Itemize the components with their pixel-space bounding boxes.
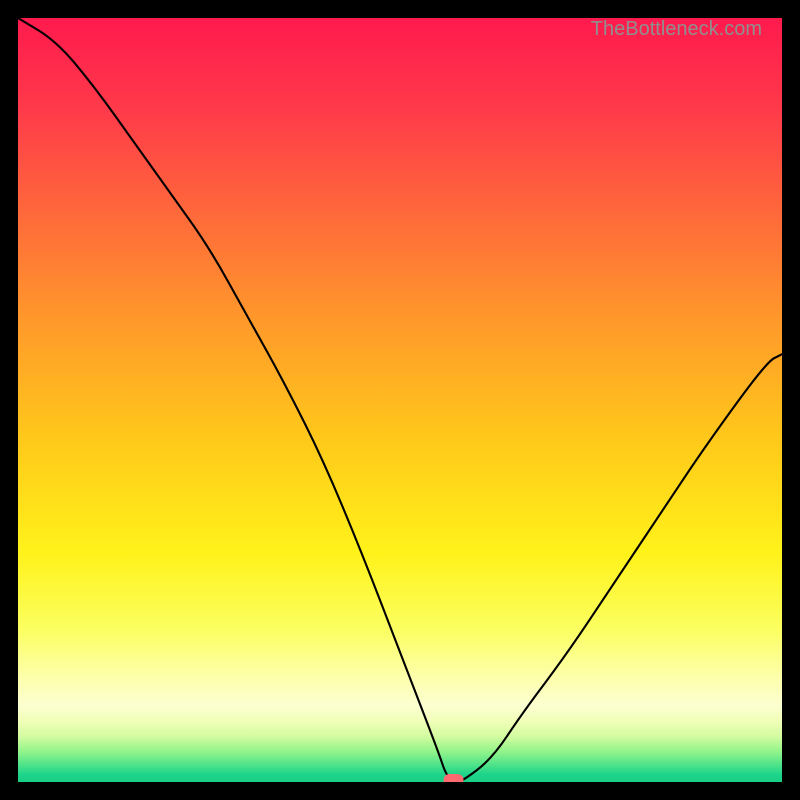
bottleneck-curve [18,18,782,782]
curve-marker [444,774,464,782]
chart-frame: TheBottleneck.com [0,0,800,800]
plot-area: TheBottleneck.com [18,18,782,782]
chart-svg [18,18,782,782]
